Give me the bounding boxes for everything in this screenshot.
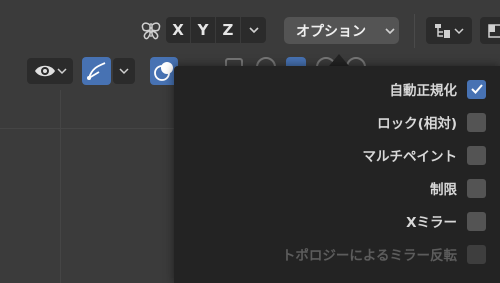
overlay-icon (154, 62, 173, 81)
option-label: トポロジーによるミラー反転 (281, 248, 457, 264)
options-label: オプション (296, 23, 366, 40)
option-label: ロック(相対) (377, 116, 457, 132)
option-multi-paint[interactable]: マルチペイント (362, 143, 486, 167)
options-popover: 自動正規化 ロック(相対) マルチペイント 制限 Xミラー トポロジーによるミラ… (174, 66, 500, 283)
option-topology-mirror: トポロジーによるミラー反転 (282, 242, 486, 266)
grid-line (0, 128, 174, 129)
option-label: マルチペイント (362, 149, 458, 165)
option-label: 制限 (430, 182, 457, 198)
lock-relative-checkbox[interactable] (467, 112, 486, 132)
outliner-icon (435, 23, 450, 38)
chevron-down-icon (57, 68, 67, 75)
checkmark-icon (470, 84, 483, 94)
mirror-y-button[interactable]: Y (191, 17, 216, 43)
chevron-down-icon (381, 27, 399, 35)
gizmo-dropdown-button[interactable] (113, 58, 135, 84)
chevron-down-icon (119, 68, 129, 75)
mirror-z-button[interactable]: Z (216, 17, 241, 43)
panel-icon (488, 23, 500, 38)
options-dropdown-button[interactable]: オプション (284, 17, 399, 44)
restrict-checkbox[interactable] (467, 178, 486, 198)
gizmo-icon (86, 62, 105, 80)
option-auto-normalize[interactable]: 自動正規化 (389, 77, 486, 101)
header-separator (414, 14, 415, 48)
editor-type-button[interactable] (426, 17, 472, 44)
editor-view-button[interactable] (480, 17, 500, 44)
topology-mirror-checkbox (467, 244, 486, 264)
mirror-butterfly-icon[interactable] (139, 19, 163, 43)
option-label: Xミラー (406, 215, 457, 231)
grid-line (60, 90, 61, 283)
auto-normalize-checkbox[interactable] (467, 79, 486, 99)
option-lock-relative[interactable]: ロック(相対) (377, 110, 486, 134)
mirror-axis-group: X Y Z (166, 17, 266, 43)
option-label: 自動正規化 (389, 83, 458, 99)
chevron-down-icon (454, 27, 464, 34)
popover-pointer (329, 54, 349, 66)
eye-icon (35, 65, 55, 77)
multi-paint-checkbox[interactable] (467, 145, 486, 165)
gizmo-button[interactable] (82, 57, 111, 85)
chevron-down-icon (248, 27, 259, 34)
mirror-dropdown-button[interactable] (241, 17, 266, 43)
option-restrict[interactable]: 制限 (430, 176, 486, 200)
x-mirror-checkbox[interactable] (467, 211, 486, 231)
mirror-x-button[interactable]: X (166, 17, 191, 43)
3d-viewport[interactable]: X Y Z オプション 自動正規化 ロック(相対) マルチペイント 制限 Xミラ… (0, 0, 500, 283)
visibility-button[interactable] (27, 58, 73, 84)
option-x-mirror[interactable]: Xミラー (406, 209, 486, 233)
